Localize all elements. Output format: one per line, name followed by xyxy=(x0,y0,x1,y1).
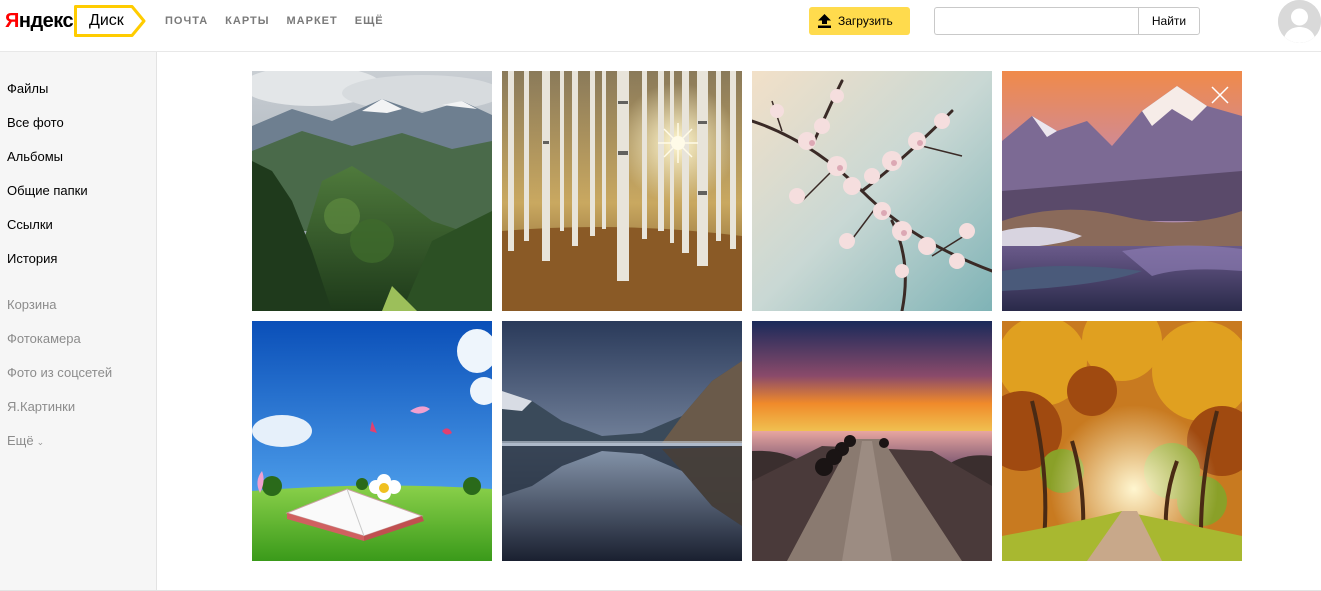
photo-mountain-valley[interactable] xyxy=(252,71,492,311)
sidebar-item-links[interactable]: Ссылки xyxy=(7,217,53,232)
search-input[interactable] xyxy=(934,7,1139,35)
upload-button[interactable]: Загрузить xyxy=(809,7,910,35)
close-icon[interactable] xyxy=(1210,85,1230,105)
upload-label: Загрузить xyxy=(838,14,893,28)
sidebar-item-trash[interactable]: Корзина xyxy=(7,297,57,312)
yandex-logo[interactable]: Яндекс xyxy=(5,10,74,33)
user-icon xyxy=(1278,0,1321,43)
service-label: Диск xyxy=(89,12,124,29)
sidebar-item-albums[interactable]: Альбомы xyxy=(7,149,63,164)
photo-birch-forest[interactable] xyxy=(502,71,742,311)
chevron-down-icon: ⌄ xyxy=(36,437,45,447)
sidebar-item-ya-images[interactable]: Я.Картинки xyxy=(7,399,75,414)
sidebar-item-all-photos[interactable]: Все фото xyxy=(7,115,64,130)
upload-icon xyxy=(818,14,831,28)
sidebar-item-social-photos[interactable]: Фото из соцсетей xyxy=(7,365,112,380)
sidebar-item-camera[interactable]: Фотокамера xyxy=(7,331,81,346)
photo-lake-reflection[interactable] xyxy=(502,321,742,561)
sidebar-item-history[interactable]: История xyxy=(7,251,57,266)
sidebar-item-files[interactable]: Файлы xyxy=(7,81,48,96)
photo-cherry-blossom[interactable] xyxy=(752,71,992,311)
sidebar-item-more[interactable]: Ещё ⌄ xyxy=(7,433,44,448)
avatar[interactable] xyxy=(1278,0,1321,43)
nav-mail[interactable]: ПОЧТА xyxy=(165,15,208,27)
photo-sunset-pier[interactable] xyxy=(752,321,992,561)
header: Яндекс Диск ПОЧТА КАРТЫ МАРКЕТ ЕЩЁ Загру… xyxy=(0,0,1321,52)
photo-snowy-mountain-lake[interactable] xyxy=(1002,71,1242,311)
nav-maps[interactable]: КАРТЫ xyxy=(225,15,269,27)
nav-more[interactable]: ЕЩЁ xyxy=(355,15,384,27)
sidebar: Файлы Все фото Альбомы Общие папки Ссылк… xyxy=(0,52,157,591)
nav-market[interactable]: МАРКЕТ xyxy=(287,15,338,27)
sidebar-item-shared-folders[interactable]: Общие папки xyxy=(7,183,88,198)
search-button[interactable]: Найти xyxy=(1138,7,1200,35)
photo-book-meadow[interactable] xyxy=(252,321,492,561)
photo-autumn-path[interactable] xyxy=(1002,321,1242,561)
top-nav: ПОЧТА КАРТЫ МАРКЕТ ЕЩЁ xyxy=(165,15,384,27)
